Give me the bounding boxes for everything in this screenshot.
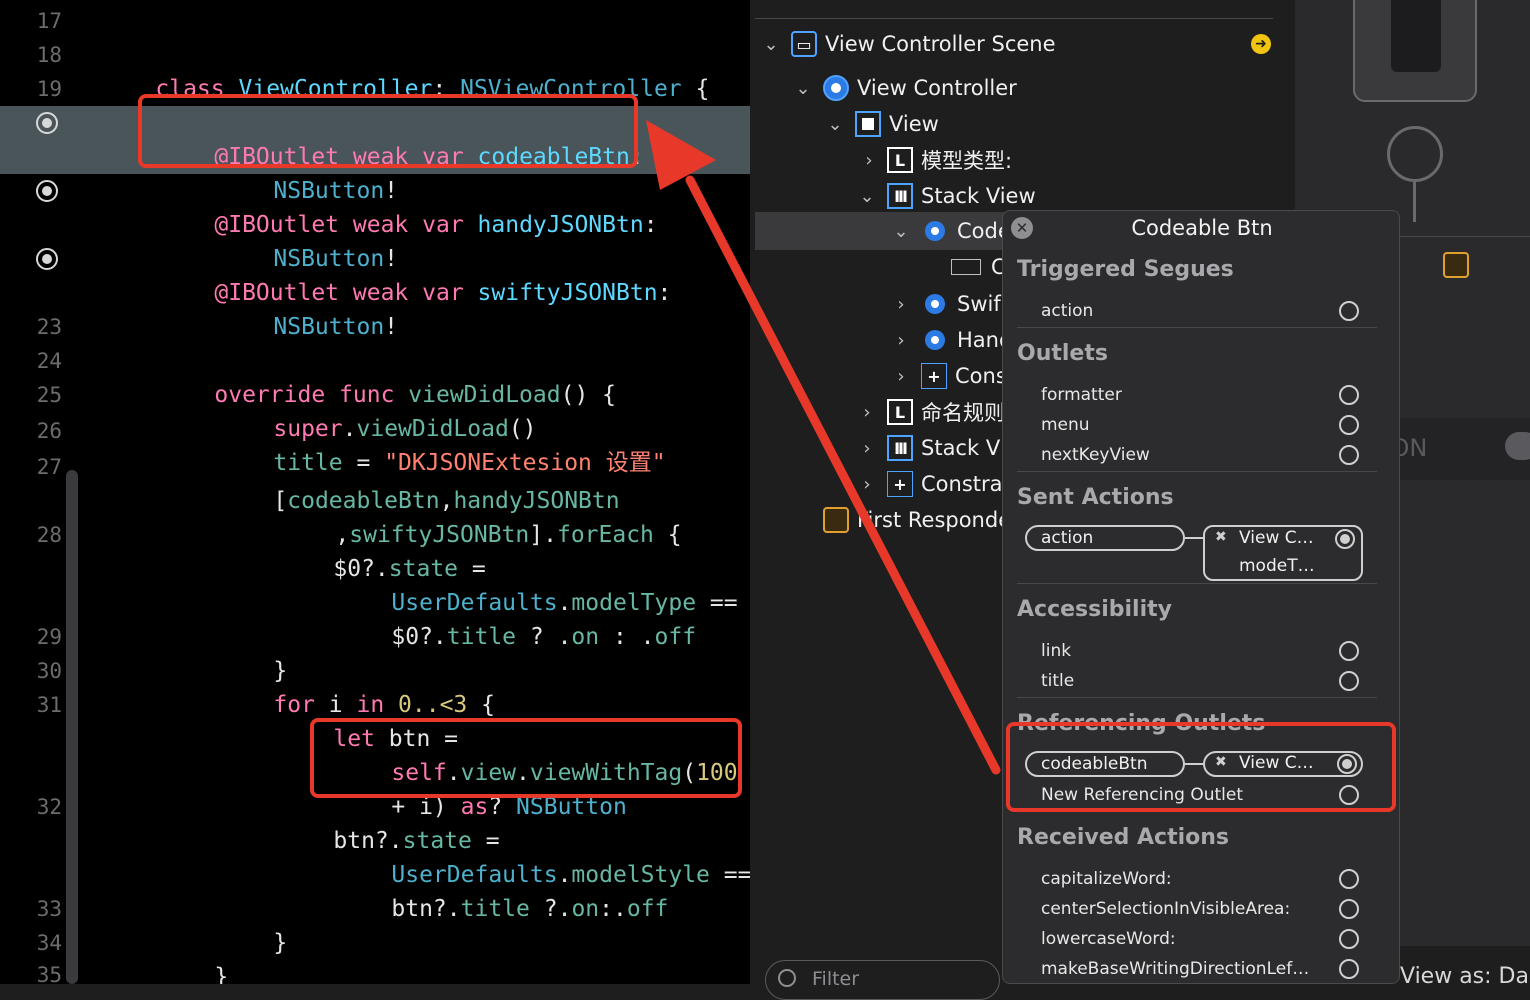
- arrow-shaft: [685, 175, 1001, 775]
- annotation-arrow: [646, 120, 1001, 775]
- arrow-head: [646, 120, 716, 190]
